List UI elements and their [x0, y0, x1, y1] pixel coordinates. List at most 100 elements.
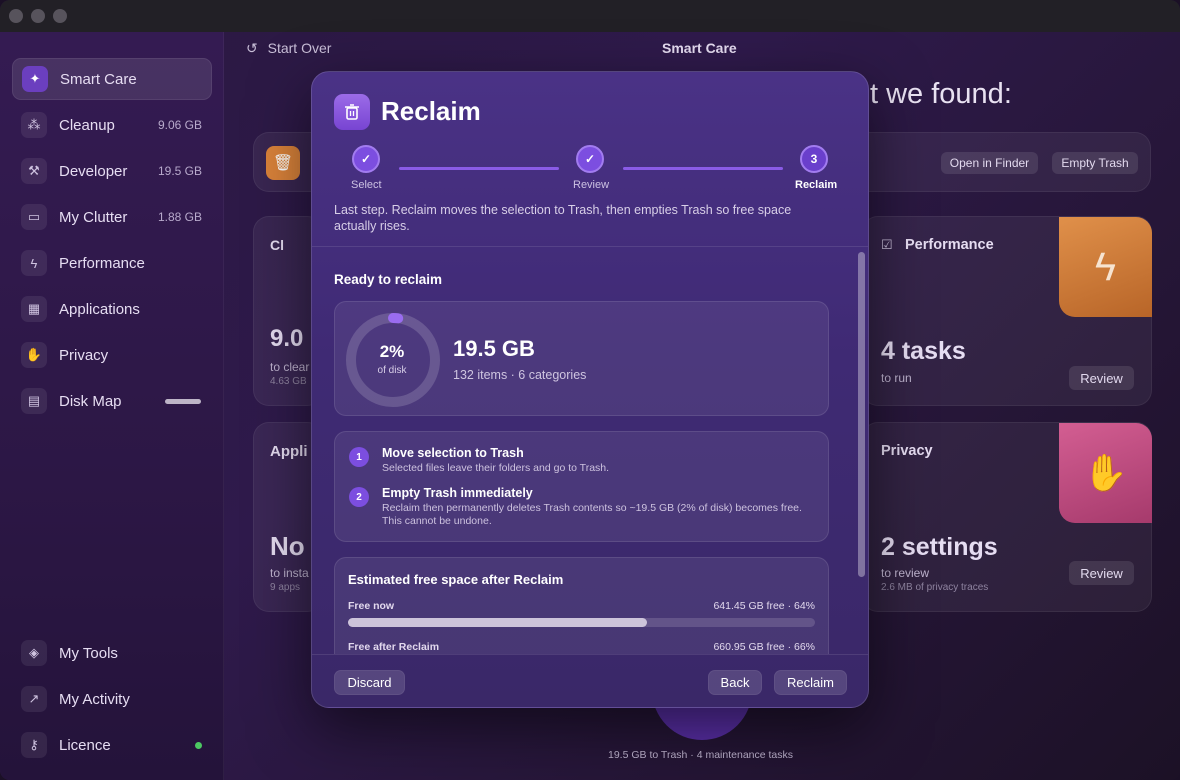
performance-card-title: Performance — [905, 237, 994, 253]
sidebar-item-label: Smart Care — [60, 70, 137, 88]
grid-icon: ▦ — [21, 296, 47, 322]
action-number: 1 — [349, 447, 369, 467]
sidebar-item-label: Privacy — [59, 346, 109, 364]
title-bar — [0, 0, 1180, 32]
discard-button[interactable]: Discard — [334, 670, 405, 695]
start-over-button[interactable]: ↺ Start Over — [246, 40, 331, 57]
step-review-indicator: ✓ — [576, 145, 604, 173]
applications-card-sub: to insta — [270, 566, 309, 580]
step-select-label: Select — [351, 179, 382, 191]
sidebar-item-label: Performance — [59, 254, 145, 272]
sidebar-item-cleanup[interactable]: ⁂ Cleanup 9.06 GB — [12, 104, 212, 146]
reclaim-button[interactable]: Reclaim — [774, 670, 847, 695]
disk-usage-bar — [165, 398, 201, 404]
estimate-row-label: Free now — [348, 600, 395, 612]
sidebar-item-applications[interactable]: ▦ Applications — [12, 288, 212, 330]
step-review-label: Review — [573, 179, 610, 191]
sidebar-item-my-activity[interactable]: ↗ My Activity — [12, 678, 212, 720]
sidebar-item-licence[interactable]: ⚷ Licence — [12, 724, 212, 766]
reclaim-actions-panel: 1 Move selection to Trash Selected files… — [334, 431, 829, 542]
sidebar-item-my-tools[interactable]: ◈ My Tools — [12, 632, 212, 674]
sidebar-item-label: Disk Map — [59, 392, 122, 410]
zoom-window-button[interactable] — [53, 9, 67, 23]
sparkle-icon: ✦ — [22, 66, 48, 92]
hand-icon: ✋ — [1059, 423, 1152, 523]
licence-status-dot — [195, 741, 202, 749]
applications-card-sub2: 9 apps — [270, 582, 301, 593]
footer-summary: 19.5 GB to Trash · 4 maintenance tasks — [608, 749, 794, 761]
dialog-scroll-area[interactable]: Ready to reclaim 2% of disk 19.5 GB 132 … — [312, 247, 868, 654]
action-desc: Selected files leave their folders and g… — [382, 462, 610, 474]
hammer-icon: ⚒ — [21, 158, 47, 184]
step-connector — [623, 167, 783, 170]
disk-percent-value: 2% — [379, 342, 405, 361]
checkbox-icon[interactable]: ☑ — [881, 237, 893, 253]
key-icon: ⚷ — [21, 732, 47, 758]
reclaim-summary-panel: 2% of disk 19.5 GB 132 items · 6 categor… — [334, 301, 829, 416]
privacy-card[interactable]: Privacy ✋ 2 settings to review 2.6 MB of… — [862, 422, 1152, 612]
open-in-finder-button[interactable]: Open in Finder — [941, 152, 1038, 174]
dialog-description: Last step. Reclaim moves the selection t… — [334, 203, 792, 233]
minimize-window-button[interactable] — [31, 9, 45, 23]
sidebar: ✦ Smart Care ⁂ Cleanup 9.06 GB ⚒ Develop… — [0, 32, 224, 780]
estimate-row-value: 660.95 GB free · 66% — [713, 641, 815, 653]
reclaim-dialog: Reclaim ✓ ✓ 3 Select Review Reclaim Last… — [311, 71, 869, 708]
disk-map-icon: ▤ — [21, 388, 47, 414]
divider — [312, 654, 868, 655]
sidebar-item-my-clutter[interactable]: ▭ My Clutter 1.88 GB — [12, 196, 212, 238]
free-now-bar-fill — [348, 618, 647, 627]
sidebar-item-label: Developer — [59, 162, 128, 180]
sidebar-item-developer[interactable]: ⚒ Developer 19.5 GB — [12, 150, 212, 192]
action-title: Move selection to Trash — [382, 446, 524, 460]
cleanup-card-sub2: 4.63 GB — [270, 376, 307, 387]
lightning-icon: ϟ — [21, 250, 47, 276]
performance-card-sub: to run — [881, 371, 912, 385]
dialog-title: Reclaim — [381, 96, 481, 126]
lightning-icon: ϟ — [1059, 217, 1152, 317]
estimate-panel: Estimated free space after Reclaim Free … — [334, 557, 829, 654]
layers-icon: ◈ — [21, 640, 47, 666]
estimate-title: Estimated free space after Reclaim — [348, 572, 564, 587]
back-button[interactable]: Back — [708, 670, 762, 695]
step-select-indicator: ✓ — [352, 145, 380, 173]
restart-icon: ↺ — [246, 40, 258, 56]
close-window-button[interactable] — [9, 9, 23, 23]
estimate-row-value: 641.45 GB free · 64% — [713, 600, 815, 612]
sidebar-item-label: Applications — [59, 300, 140, 318]
performance-card[interactable]: ☑ Performance ϟ 4 tasks to run Review — [862, 216, 1152, 406]
sidebar-item-label: Licence — [59, 736, 111, 754]
sidebar-item-size: 1.88 GB — [157, 210, 202, 224]
sidebar-item-label: My Tools — [59, 644, 118, 662]
sidebar-item-smart-care[interactable]: ✦ Smart Care — [12, 58, 212, 100]
cleanup-card-sub: to clear — [270, 360, 310, 374]
sidebar-item-label: Cleanup — [59, 116, 115, 134]
applications-card-title: Appli — [270, 443, 308, 460]
empty-trash-button[interactable]: Empty Trash — [1052, 152, 1138, 174]
privacy-card-sub2: 2.6 MB of privacy traces — [881, 582, 989, 593]
ready-title: Ready to reclaim — [334, 272, 443, 287]
sidebar-item-disk-map[interactable]: ▤ Disk Map — [12, 380, 212, 422]
folder-icon: ▭ — [21, 204, 47, 230]
action-title: Empty Trash immediately — [382, 486, 533, 500]
cleanup-card-value: 9.0 — [270, 325, 304, 352]
applications-card-value: No — [270, 531, 305, 561]
reclaim-total-sub: 132 items · 6 categories — [453, 368, 587, 382]
sidebar-item-label: My Activity — [59, 690, 130, 708]
disk-percent-sub: of disk — [377, 365, 407, 376]
action-number: 2 — [349, 487, 369, 507]
found-heading: t we found: — [870, 78, 1012, 110]
dialog-scrollbar[interactable] — [858, 252, 865, 577]
performance-review-button[interactable]: Review — [1069, 366, 1134, 390]
trash-icon — [334, 94, 370, 130]
step-reclaim-indicator: 3 — [800, 145, 828, 173]
sidebar-item-performance[interactable]: ϟ Performance — [12, 242, 212, 284]
start-over-label: Start Over — [267, 40, 332, 56]
action-desc: Reclaim then permanently deletes Trash c… — [382, 502, 802, 527]
free-now-bar — [348, 618, 815, 627]
estimate-row-label: Free after Reclaim — [348, 641, 440, 653]
sidebar-item-privacy[interactable]: ✋ Privacy — [12, 334, 212, 376]
trash-icon: 🗑 — [266, 146, 300, 180]
reclaim-total: 19.5 GB — [453, 336, 535, 361]
sidebar-item-size: 9.06 GB — [157, 118, 202, 132]
privacy-review-button[interactable]: Review — [1069, 561, 1134, 585]
